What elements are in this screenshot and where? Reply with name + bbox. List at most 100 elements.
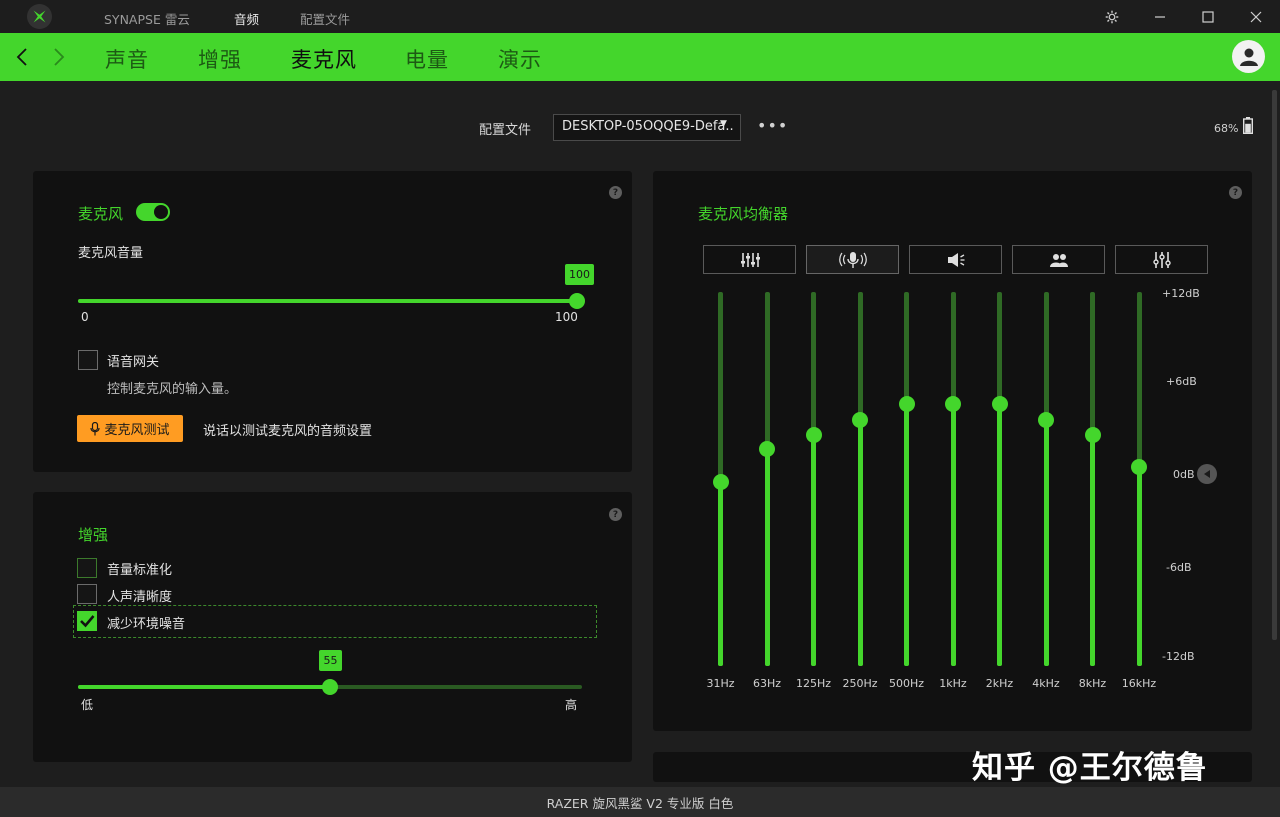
eq-band-fill	[1136, 466, 1142, 666]
profile-dropdown[interactable]: DESKTOP-05OQQE9-Defa..	[553, 114, 741, 141]
eq-band-thumb[interactable]	[945, 396, 961, 413]
toggle-knob	[154, 205, 168, 219]
razer-logo-icon[interactable]	[27, 4, 52, 29]
section-nav-bar: 声音 增强 麦克风 电量 演示	[0, 33, 1280, 81]
chevron-down-icon: ▼	[720, 119, 727, 129]
tab-synapse[interactable]: SYNAPSE 雷云	[104, 9, 190, 28]
noise-reduction-checkbox[interactable]	[77, 611, 97, 631]
enhancement-title: 增强	[78, 526, 109, 544]
eq-reset-button[interactable]	[1197, 464, 1217, 484]
mic-volume-min: 0	[81, 310, 89, 324]
tab-profiles[interactable]: 配置文件	[300, 9, 350, 28]
vocal-clarity-label: 人声清晰度	[107, 590, 173, 605]
eq-band-slider-4kHz[interactable]	[1043, 292, 1049, 666]
noise-high-label: 高	[565, 698, 578, 712]
eq-band-thumb[interactable]	[852, 411, 868, 428]
megaphone-icon	[947, 252, 964, 267]
mic-test-description: 说话以测试麦克风的音频设置	[203, 424, 373, 439]
voice-gate-description: 控制麦克风的输入量。	[107, 382, 238, 397]
mic-volume-value: 100	[565, 264, 594, 285]
help-icon[interactable]: ?	[609, 186, 622, 199]
user-avatar-icon[interactable]	[1232, 40, 1265, 73]
microphone-panel: ? 麦克风 麦克风音量 100 0 100 语音网关 控制麦克风的输入量。 麦克…	[33, 171, 632, 472]
microphone-broadcast-icon	[838, 251, 867, 268]
eq-band-slider-125Hz[interactable]	[811, 292, 816, 666]
eq-band-thumb[interactable]	[1038, 411, 1054, 428]
eq-band-fill	[904, 404, 909, 666]
tab-enhancement[interactable]: 增强	[198, 44, 242, 74]
eq-band-frequency-label: 125Hz	[795, 677, 832, 690]
eq-band-thumb[interactable]	[898, 396, 915, 413]
preset-megaphone-button[interactable]	[909, 245, 1002, 274]
mic-volume-thumb[interactable]	[569, 293, 585, 309]
checkmark-icon	[80, 615, 95, 628]
eq-band-thumb[interactable]	[805, 427, 822, 444]
preset-equalizer-button[interactable]	[703, 245, 796, 274]
back-arrow-icon[interactable]	[10, 43, 34, 71]
preset-custom-button[interactable]	[1115, 245, 1208, 274]
eq-band-slider-250Hz[interactable]	[857, 292, 863, 666]
title-bar: SYNAPSE 雷云 音频 配置文件	[0, 0, 1280, 33]
eq-band-fill	[811, 435, 816, 666]
noise-reduction-thumb[interactable]	[322, 679, 338, 695]
eq-band-slider-2kHz[interactable]	[997, 292, 1002, 666]
mic-volume-label: 麦克风音量	[78, 246, 144, 261]
help-icon[interactable]: ?	[1229, 186, 1242, 199]
watermark-text: 知乎 @王尔德鲁	[972, 750, 1208, 786]
db-label-zero: 0dB	[1173, 468, 1195, 481]
page-scrollbar[interactable]	[1272, 90, 1277, 640]
voice-gate-checkbox[interactable]	[78, 350, 98, 370]
equalizer-icon	[740, 252, 760, 267]
microphone-title: 麦克风	[78, 205, 124, 223]
mic-equalizer-panel: ? 麦克风均衡器 31Hz 63Hz 125Hz 250Hz 500Hz 1kHz 2kHz…	[653, 171, 1252, 731]
mic-volume-max: 100	[555, 310, 578, 324]
db-label-minus6: -6dB	[1166, 561, 1192, 574]
vocal-clarity-checkbox[interactable]	[77, 584, 97, 604]
noise-reduction-label: 减少环境噪音	[107, 617, 186, 632]
close-icon[interactable]	[1244, 5, 1268, 29]
db-label-plus6: +6dB	[1166, 375, 1197, 388]
eq-band-frequency-label: 500Hz	[888, 677, 925, 690]
eq-band-thumb[interactable]	[1131, 458, 1147, 475]
voice-gate-label: 语音网关	[107, 355, 160, 370]
tab-sound[interactable]: 声音	[105, 44, 149, 74]
eq-band-fill	[997, 404, 1002, 666]
maximize-icon[interactable]	[1196, 5, 1220, 29]
eq-band-frequency-label: 1kHz	[939, 677, 967, 690]
triangle-left-icon	[1204, 470, 1210, 478]
microphone-toggle[interactable]	[136, 203, 170, 221]
eq-band-thumb[interactable]	[991, 396, 1008, 413]
eq-band-slider-16kHz[interactable]	[1136, 292, 1142, 666]
more-options-button[interactable]: •••	[757, 116, 788, 135]
battery-percent: 68%	[1214, 122, 1239, 135]
mic-test-button[interactable]: 麦克风测试	[77, 415, 183, 442]
eq-band-fill	[1043, 419, 1049, 666]
battery-icon	[1243, 117, 1253, 134]
eq-band-thumb[interactable]	[712, 474, 729, 491]
forward-arrow-icon[interactable]	[47, 43, 71, 71]
eq-band-frequency-label: 31Hz	[706, 677, 735, 690]
eq-band-slider-8kHz[interactable]	[1090, 292, 1095, 666]
tab-demo[interactable]: 演示	[498, 44, 542, 74]
help-icon[interactable]: ?	[609, 508, 622, 521]
eq-band-slider-1kHz[interactable]	[950, 292, 956, 666]
tab-audio[interactable]: 音频	[234, 9, 259, 28]
preset-people-button[interactable]	[1012, 245, 1105, 274]
noise-reduction-value: 55	[319, 650, 342, 671]
profile-label: 配置文件	[479, 123, 532, 138]
noise-reduction-fill	[78, 685, 330, 689]
preset-broadcast-button[interactable]	[806, 245, 899, 274]
eq-band-slider-63Hz[interactable]	[764, 292, 770, 666]
settings-icon[interactable]	[1100, 5, 1124, 29]
eq-band-slider-500Hz[interactable]	[904, 292, 909, 666]
eq-band-thumb[interactable]	[1084, 427, 1101, 444]
eq-band-fill	[950, 404, 956, 666]
eq-band-thumb[interactable]	[759, 441, 775, 458]
eq-band-frequency-label: 250Hz	[842, 677, 878, 690]
tab-power[interactable]: 电量	[405, 44, 449, 74]
mic-volume-slider[interactable]	[78, 299, 577, 303]
volume-normalization-checkbox[interactable]	[77, 558, 97, 578]
tab-microphone[interactable]: 麦克风	[291, 44, 357, 74]
db-label-min: -12dB	[1162, 650, 1195, 663]
minimize-icon[interactable]	[1148, 5, 1172, 29]
